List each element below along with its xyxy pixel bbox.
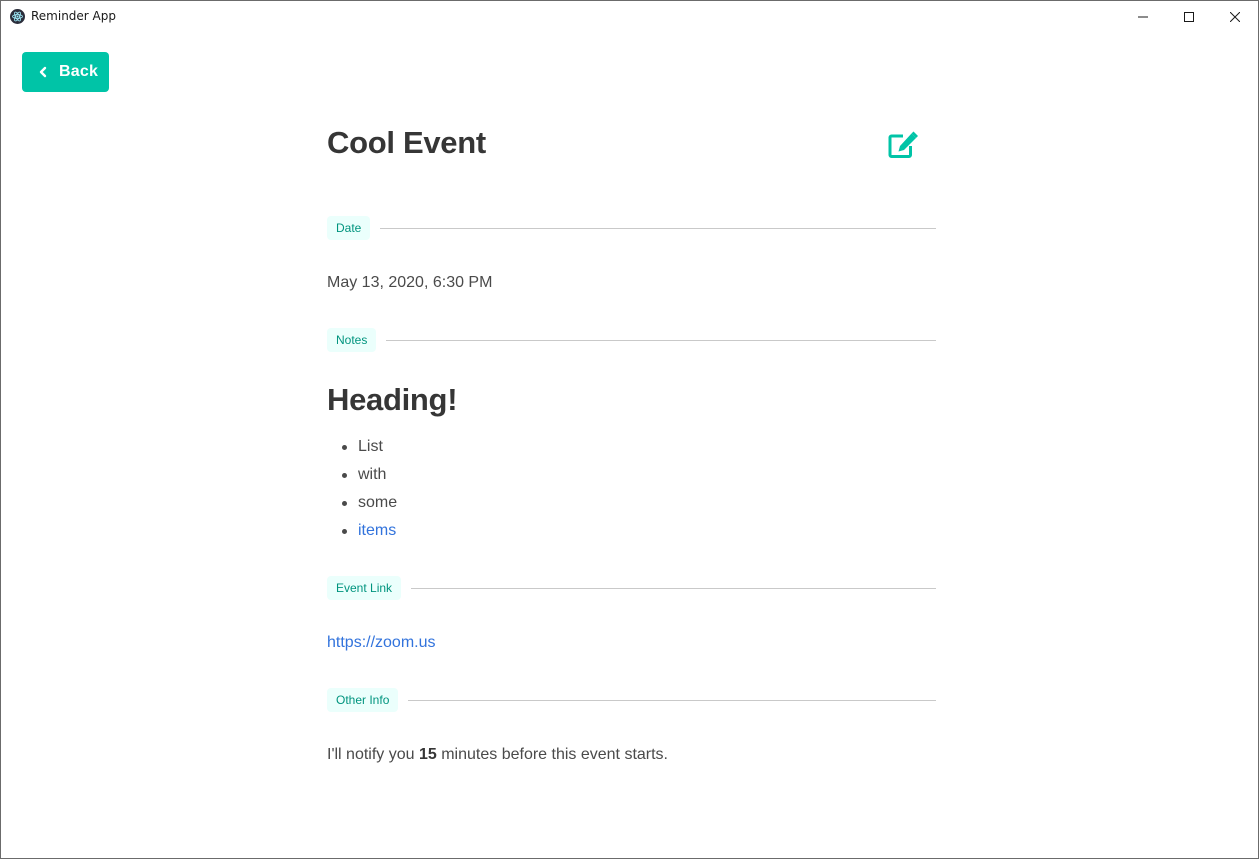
notes-section-header: Notes [327,328,936,352]
event-link-tag: Event Link [327,576,402,600]
notify-prefix: I'll notify you [327,746,419,763]
electron-atom-icon [10,9,25,24]
edit-icon [888,131,918,158]
edit-event-button[interactable] [887,131,919,159]
notify-minutes: 15 [418,746,437,763]
event-link[interactable]: https://zoom.us [327,634,436,652]
list-item: some [327,491,397,519]
event-title: Cool Event [327,125,486,160]
back-button[interactable]: Back [22,52,109,92]
close-icon [1230,11,1240,22]
divider [411,587,936,589]
date-tag: Date [327,216,371,240]
event-date: May 13, 2020, 6:30 PM [327,274,493,291]
divider [386,339,936,341]
title-bar: Reminder App [1,1,1258,32]
notes-tag: Notes [327,328,377,352]
maximize-icon [1184,11,1194,22]
list-item: with [327,463,397,491]
close-button[interactable] [1212,1,1258,32]
window-title: Reminder App [31,9,117,23]
chevron-left-icon [39,66,47,78]
other-info-tag: Other Info [327,688,399,712]
date-section-header: Date [327,216,936,240]
notification-info: I'll notify you 15 minutes before this e… [327,746,668,764]
divider [408,699,936,701]
list-item: List [327,435,397,463]
app-window: Reminder App Back Cool Event Date May 13… [0,0,1259,859]
list-item-link[interactable]: items [327,519,397,547]
notes-heading: Heading! [327,382,458,417]
minimize-button[interactable] [1120,1,1166,32]
event-link-section-header: Event Link [327,576,936,600]
notify-suffix: minutes before this event starts. [436,746,668,763]
minimize-icon [1138,16,1148,17]
other-info-section-header: Other Info [327,688,936,712]
back-button-label: Back [59,63,99,80]
notes-list: List with some items [327,435,397,547]
maximize-button[interactable] [1166,1,1212,32]
divider [380,227,936,229]
